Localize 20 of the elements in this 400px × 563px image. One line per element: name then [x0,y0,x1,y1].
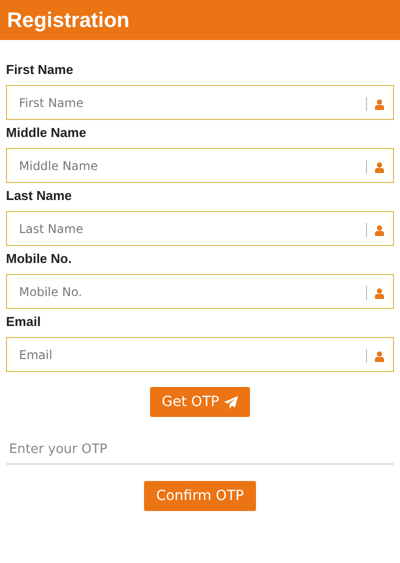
send-icon [224,396,238,408]
user-icon [375,288,384,298]
user-icon [375,350,384,362]
field-label: Email [6,314,41,330]
text-field[interactable]: Last Name [6,211,394,246]
text-field[interactable]: Email [6,337,394,372]
user-icon [375,224,384,236]
field-label: Mobile No. [6,251,72,267]
confirm-otp-button[interactable]: Confirm OTP [144,481,256,511]
text-field[interactable]: First Name [6,85,394,120]
user-icon [375,162,384,172]
page-title: Registration [7,10,130,30]
field-label: Middle Name [6,125,86,141]
get-otp-button[interactable]: Get OTP [150,387,250,417]
otp-field[interactable]: Enter your OTP [6,435,394,465]
text-field[interactable]: Middle Name [6,148,394,183]
text-field[interactable]: Mobile No. [6,274,394,309]
field-label: First Name [6,62,74,78]
user-icon [375,98,384,110]
field-label: Last Name [6,188,72,204]
